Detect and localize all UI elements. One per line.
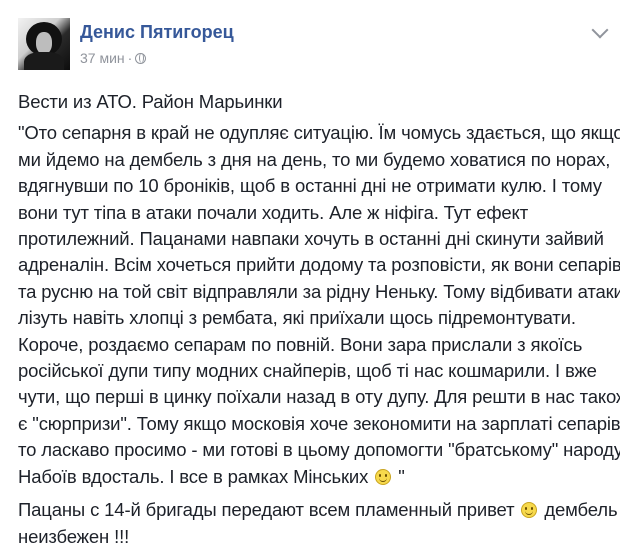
post-line: "	[398, 465, 405, 487]
post-line: є "сюрпризи". Тому якщо московія хоче зе…	[18, 412, 620, 434]
globe-icon[interactable]	[135, 53, 147, 64]
smiley-emoji-icon	[521, 502, 538, 519]
post-paragraph-intro: Вести из АТО. Район Марьинки	[18, 89, 608, 115]
author-name-link[interactable]: Денис Пятигорец	[80, 22, 234, 43]
post-timestamp-link[interactable]: 37 мин	[80, 50, 125, 66]
post-line: адреналін. Всім хочеться прийти додому т…	[18, 254, 620, 276]
post-line: неизбежен !!!	[18, 525, 130, 547]
post-line: протилежний. Пацанами навпаки хочуть в о…	[18, 228, 604, 250]
post-line: російської дупи типу модних снайперів, щ…	[18, 360, 597, 382]
post-header: Денис Пятигорец 37 мин ·	[18, 18, 609, 78]
post-line: та русню на той світ відправляли за рідн…	[18, 280, 620, 302]
smiley-emoji-icon	[375, 468, 392, 485]
post-line: ми йдемо на дембель з дня на день, то ми…	[18, 148, 611, 170]
post-paragraph-quote: "Ото сепарня в край не одупляє ситуацію.…	[18, 120, 620, 490]
post-line: чути, що перші в цинку поїхали назад в о…	[18, 386, 620, 408]
post-line: вони тут тіпа в атаки почали ходить. Але…	[18, 201, 529, 223]
post-line: Вести из АТО. Район Марьинки	[18, 91, 283, 112]
post-line: Пацаны с 14-й бригады передают всем плам…	[18, 499, 515, 521]
post-line: дембель	[544, 499, 618, 521]
post-line: "Ото сепарня в край не одупляє ситуацію.…	[18, 122, 620, 144]
meta-separator: ·	[127, 50, 133, 66]
post-paragraph-closing: Пацаны с 14-й бригады передают всем плам…	[18, 497, 618, 550]
post-line: лізуть навіть хлопці з рембата, які приї…	[18, 307, 576, 329]
post-line: то ласкаво просимо - ми готові в цьому д…	[18, 439, 620, 461]
avatar[interactable]	[18, 18, 70, 70]
post-body: Вести из АТО. Район Марьинки "Ото сепарн…	[18, 89, 620, 550]
post-line: вдягнувши по 10 броніків, щоб в останні …	[18, 175, 602, 197]
chevron-down-icon[interactable]	[591, 21, 609, 39]
post-line: Короче, роздаємо сепарам по повній. Вони…	[18, 333, 583, 355]
post-meta: 37 мин ·	[80, 50, 147, 66]
post-line: Набоїв вдосталь. І все в рамках Мінських	[18, 465, 369, 487]
